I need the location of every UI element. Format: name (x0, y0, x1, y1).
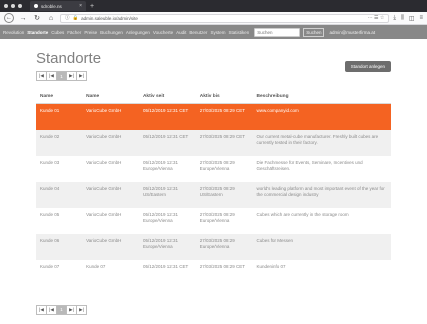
cell-active-until: 27/03/2025 08:29 CET (199, 263, 246, 269)
cell-company: VarioCube GmbH (82, 181, 139, 208)
search-input[interactable] (254, 27, 301, 37)
pagination-top: |◀ |◀ 1 ▶| ▶| (36, 71, 391, 81)
cell-name: Kunde 02 (36, 129, 83, 156)
nav-item-voucherte[interactable]: Voucherte (153, 30, 173, 35)
cell-active-until: 27/03/2025 08:29 Europe/Vienna (199, 211, 235, 223)
sidebar-icon[interactable]: ◫ (409, 15, 415, 22)
app-navbar: Revolution Standorte Cubes Fächer Preise… (0, 25, 427, 39)
nav-item-benutzer[interactable]: Benutzer (189, 30, 207, 35)
menu-icon[interactable]: ≡ (419, 15, 423, 22)
page-title: Standorte (36, 50, 102, 67)
add-location-button[interactable]: Standort anlegen (344, 61, 391, 72)
col-header-name[interactable]: Name (36, 89, 83, 104)
cell-company: VarioCube GmbH (86, 211, 122, 217)
cell-active-since: 05/12/2019 12:31 Europe/Vienna (142, 211, 178, 223)
cell-active-since: 05/12/2019 12:31 US/Eastern (138, 181, 196, 208)
tab-title: sdroble.ns (41, 3, 62, 9)
cell-active-until: 27/03/2025 08:29 CET (195, 103, 253, 130)
table-row[interactable]: Kunde 06 VarioCube GmbH 05/12/2019 12:31… (36, 233, 391, 260)
forward-icon[interactable]: → (18, 13, 28, 23)
window-controls (4, 4, 22, 8)
back-icon[interactable]: ← (4, 13, 14, 23)
cell-name: Kunde 01 (36, 103, 83, 130)
nav-item-revolution[interactable]: Revolution (3, 30, 24, 35)
cell-active-since: 05/12/2019 12:31 Europe/Vienna (138, 233, 196, 260)
cell-active-since: 05/12/2019 12:31 Europe/Vienna (142, 159, 178, 171)
nav-item-buchungen[interactable]: Buchungen (100, 30, 123, 35)
cell-name: Kunde 03 (40, 159, 60, 165)
cell-description: Our current metal-cube manufacturer. Fre… (252, 129, 391, 156)
nav-item-faecher[interactable]: Fächer (67, 30, 81, 35)
nav-item-system[interactable]: System (210, 30, 225, 35)
cell-active-until: 27/03/2025 08:29 CET (195, 129, 253, 156)
locations-table: Name Name Aktiv seit Aktiv bis Beschreib… (36, 89, 391, 286)
maximize-window-icon[interactable] (18, 4, 22, 8)
col-header-description[interactable]: Beschreibung (252, 89, 391, 104)
cell-active-since: 05/12/2019 12:31 CET (142, 263, 189, 269)
last-page-button[interactable]: ▶| (76, 71, 87, 81)
library-icon[interactable]: ⫼ (401, 15, 404, 22)
table-row[interactable]: Kunde 04 VarioCube GmbH 05/12/2019 12:31… (36, 181, 391, 208)
minimize-window-icon[interactable] (11, 4, 15, 8)
cell-name: Kunde 05 (40, 211, 60, 217)
cell-description: www.companyid.com (252, 103, 391, 130)
cell-name: Kunde 04 (36, 181, 83, 208)
nav-item-audit[interactable]: Audit (176, 30, 186, 35)
lock-icon: 🔒 (72, 15, 79, 20)
cell-description: Kundeninfo 07 (256, 263, 286, 269)
cell-company: Kunde 07 (86, 263, 106, 269)
pagination-bottom: |◀ |◀ 1 ▶| ▶| (36, 304, 391, 315)
cell-active-since: 05/12/2019 12:31 CET (138, 103, 196, 130)
cell-company: VarioCube GmbH (82, 129, 139, 156)
url-actions[interactable]: ··· ☰ ☆ (368, 15, 385, 21)
browser-tab[interactable]: sdroble.ns × (30, 1, 86, 11)
cell-active-until: 27/03/2025 08:29 Europe/Vienna (195, 233, 253, 260)
nav-item-statistiken[interactable]: Statistiken (228, 30, 249, 35)
favicon-icon (34, 4, 38, 8)
nav-item-standorte[interactable]: Standorte (27, 30, 48, 35)
cell-active-until: 27/03/2025 08:29 US/Eastern (195, 181, 253, 208)
nav-item-anlegungen[interactable]: Anlegungen (126, 30, 150, 35)
toolbar-icons: ⤓ ⫼ ◫ ≡ (393, 15, 423, 22)
last-page-button[interactable]: ▶| (76, 304, 87, 315)
cell-company: VarioCube GmbH (82, 103, 139, 130)
browser-tab-bar: sdroble.ns × + (0, 0, 427, 12)
browser-toolbar: ← → ↻ ⌂ ⓘ 🔒 admin.saleuble.io/admin/site… (0, 12, 427, 25)
info-icon: ⓘ (65, 15, 70, 20)
reload-icon[interactable]: ↻ (32, 13, 42, 23)
cell-company: VarioCube GmbH (82, 233, 139, 260)
nav-item-cubes[interactable]: Cubes (51, 30, 64, 35)
address-bar[interactable]: ⓘ 🔒 admin.saleuble.io/admin/site ··· ☰ ☆ (60, 13, 390, 23)
user-email[interactable]: admin@musterfirma.at (329, 30, 375, 35)
col-header-active-since[interactable]: Aktiv seit (138, 89, 196, 104)
col-header-active-until[interactable]: Aktiv bis (195, 89, 253, 104)
cell-description: world's leading platform and most import… (252, 181, 391, 208)
download-icon[interactable]: ⤓ (393, 15, 396, 22)
table-row[interactable]: Kunde 05 VarioCube GmbH 05/12/2019 12:31… (36, 208, 391, 234)
table-header-row: Name Name Aktiv seit Aktiv bis Beschreib… (36, 89, 391, 104)
table-row[interactable]: Kunde 02 VarioCube GmbH 05/12/2019 12:31… (36, 129, 391, 156)
home-icon[interactable]: ⌂ (46, 13, 56, 23)
cell-active-since: 05/12/2019 12:31 CET (138, 129, 196, 156)
cell-name: Kunde 06 (36, 233, 83, 260)
tab-close-icon[interactable]: × (79, 3, 82, 9)
cell-description: Die Fachmesse für Events, Seminare, Ince… (256, 159, 363, 171)
url-text: admin.saleuble.io/admin/site (81, 15, 138, 21)
table-row[interactable]: Kunde 01 VarioCube GmbH 05/12/2019 12:31… (36, 103, 391, 130)
nav-item-preise[interactable]: Preise (84, 30, 97, 35)
cell-company: VarioCube GmbH (86, 159, 122, 165)
table-row[interactable]: Kunde 07 Kunde 07 05/12/2019 12:31 CET 2… (36, 260, 391, 286)
new-tab-icon[interactable]: + (90, 3, 94, 10)
table-row[interactable]: Kunde 03 VarioCube GmbH 05/12/2019 12:31… (36, 156, 391, 182)
cell-name: Kunde 07 (40, 263, 60, 269)
search-button[interactable]: Suchen (303, 27, 325, 37)
close-window-icon[interactable] (4, 4, 8, 8)
cell-description: Cubes für Messen (252, 233, 391, 260)
col-header-company[interactable]: Name (82, 89, 139, 104)
main-content: Standorte Standort anlegen |◀ |◀ 1 ▶| ▶|… (0, 50, 427, 315)
cell-description: Cubes which are currently in the storage… (256, 211, 349, 217)
cell-active-until: 27/03/2025 08:29 Europe/Vienna (199, 159, 235, 171)
